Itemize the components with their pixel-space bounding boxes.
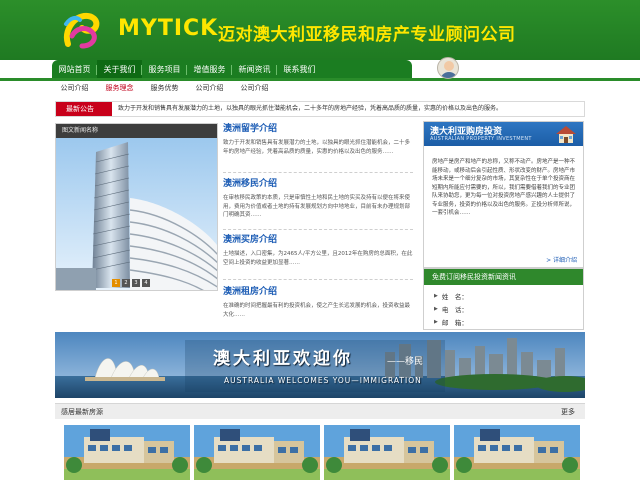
building-photo bbox=[56, 138, 217, 290]
nav-item[interactable]: 关于我们 bbox=[97, 60, 142, 80]
bullet-arrow-icon: ▶ bbox=[434, 306, 438, 312]
detail-link[interactable]: > 详细介绍 bbox=[546, 255, 577, 264]
listing-thumbnail[interactable] bbox=[64, 425, 190, 480]
bullet-arrow-icon: ▶ bbox=[434, 293, 438, 299]
subnav-item[interactable]: 公司介绍 bbox=[232, 81, 277, 95]
support-person-icon bbox=[437, 57, 459, 79]
listings-header: 感居最新房源 更多 bbox=[55, 403, 585, 419]
email-input[interactable] bbox=[471, 318, 552, 326]
house-icon bbox=[556, 126, 576, 143]
section-title[interactable]: 澳洲留学介绍 bbox=[223, 123, 413, 135]
property-investment-panel: 澳大利亚购房投资 AUSTRALIAN PROPERTY INVESTMENT … bbox=[423, 121, 584, 268]
section-title[interactable]: 澳洲租房介绍 bbox=[223, 286, 413, 298]
banner-tag: ——移民 bbox=[387, 357, 424, 367]
subnav-item[interactable]: 服务理念 bbox=[97, 81, 142, 95]
phone-label: 电 话： bbox=[441, 306, 468, 314]
notice-text[interactable]: 致力于开发和销售具有发展潜力的土地，以独具的眼光抓住潜能机会，二十多年的房地产经… bbox=[118, 102, 578, 116]
section-divider bbox=[223, 172, 413, 173]
nav-item[interactable]: 服务项目 bbox=[142, 60, 187, 80]
panel-header: 澳大利亚购房投资 AUSTRALIAN PROPERTY INVESTMENT bbox=[424, 122, 583, 146]
phone-field: ▶ 电 话： bbox=[434, 304, 552, 314]
notice-bar: 最新公告 致力于开发和销售具有发展潜力的土地，以独具的眼光抓住潜能机会，二十多年… bbox=[55, 101, 585, 117]
featured-news-slideshow[interactable]: 图文新闻名称 bbox=[55, 123, 218, 291]
main-nav: 网站首页 关于我们 服务项目 增值服务 新闻资讯 联系我们 bbox=[52, 60, 412, 80]
name-field: ▶ 姓 名： bbox=[434, 291, 552, 301]
logo-text[interactable]: MYTICK bbox=[118, 16, 218, 41]
section-divider bbox=[223, 279, 413, 280]
email-field: ▶ 邮 箱： bbox=[434, 317, 552, 327]
listing-thumbnail[interactable] bbox=[194, 425, 320, 480]
nav-item[interactable]: 增值服务 bbox=[187, 60, 232, 80]
slideshow-pager: 1234 bbox=[112, 279, 150, 287]
nav-item[interactable]: 联系我们 bbox=[277, 60, 322, 80]
banner-subtitle: AUSTRALIA WELCOMES YOU—IMMIGRATION bbox=[224, 376, 422, 385]
slideshow-page-button[interactable]: 4 bbox=[142, 279, 150, 287]
section-title[interactable]: 澳洲买房介绍 bbox=[223, 234, 413, 246]
listing-thumbnails bbox=[64, 425, 580, 480]
australia-banner[interactable]: 澳大利亚欢迎你 ——移民 AUSTRALIA WELCOMES YOU—IMMI… bbox=[55, 332, 585, 398]
section-buy-house: 澳洲买房介绍 土地描述，入口密集，为2465人/平方公里，且2012年在购房的总… bbox=[223, 234, 413, 267]
section-body: 在准确的时间把握最有利的投资机会，使之产生长远发展的机会，投资收益最大化…… bbox=[223, 303, 411, 318]
subnav-item[interactable]: 服务优势 bbox=[142, 81, 187, 95]
subscribe-title: 免费订阅移民投资新闻资讯 bbox=[424, 269, 583, 285]
name-label: 姓 名： bbox=[441, 293, 468, 301]
listings-title: 感居最新房源 bbox=[61, 408, 103, 416]
nav-item[interactable]: 新闻资讯 bbox=[232, 60, 277, 80]
site-slogan: 迈对澳大利亚移民和房产专业顾问公司 bbox=[218, 25, 516, 45]
phone-input[interactable] bbox=[471, 305, 552, 313]
section-study: 澳洲留学介绍 致力于开发和销售具有发展潜力的土地，以独具的眼光抓住潜能机会，二十… bbox=[223, 123, 413, 156]
slideshow-caption: 图文新闻名称 bbox=[56, 124, 217, 138]
subnav-item[interactable]: 公司介绍 bbox=[187, 81, 232, 95]
section-divider bbox=[223, 229, 413, 230]
listing-thumbnail[interactable] bbox=[324, 425, 450, 480]
section-rent-house: 澳洲租房介绍 在准确的时间把握最有利的投资机会，使之产生长远发展的机会，投资收益… bbox=[223, 286, 413, 319]
listings-more-link[interactable]: 更多 bbox=[561, 404, 575, 420]
subscribe-box: 免费订阅移民投资新闻资讯 ▶ 姓 名： ▶ 电 话： ▶ 邮 箱： bbox=[423, 268, 584, 330]
sub-nav: 公司介绍 服务理念 服务优势 公司介绍 公司介绍 bbox=[52, 81, 412, 95]
section-immigration: 澳洲移民介绍 在审核移民政策的本质，只是审慎性土地和民土地的实买及持有以便在将来… bbox=[223, 178, 413, 220]
listing-thumbnail[interactable] bbox=[454, 425, 580, 480]
email-label: 邮 箱： bbox=[441, 319, 468, 327]
subnav-item[interactable]: 公司介绍 bbox=[52, 81, 97, 95]
slideshow-page-button[interactable]: 2 bbox=[122, 279, 130, 287]
bullet-arrow-icon: ▶ bbox=[434, 319, 438, 325]
nav-item[interactable]: 网站首页 bbox=[52, 60, 97, 80]
hotline-number: 400-123-45678 bbox=[464, 61, 592, 79]
slideshow-page-button[interactable]: 3 bbox=[132, 279, 140, 287]
panel-text: 房地产是房产和地产的总称，又称不动产。房地产是一种不能移动，或移动后会引起性质、… bbox=[432, 159, 576, 216]
page: MYTICK 迈对澳大利亚移民和房产专业顾问公司 网站首页 关于我们 服务项目 增值服… bbox=[0, 0, 640, 480]
banner-title: 澳大利亚欢迎你 bbox=[213, 349, 353, 369]
site-header: MYTICK 迈对澳大利亚移民和房产专业顾问公司 bbox=[0, 0, 640, 60]
section-body: 土地描述，入口密集，为2465人/平方公里，且2012年在购房的总面积，在此空间… bbox=[223, 251, 413, 266]
logo-icon bbox=[64, 12, 100, 49]
slideshow-page-button[interactable]: 1 bbox=[112, 279, 120, 287]
panel-subtitle: AUSTRALIAN PROPERTY INVESTMENT bbox=[430, 136, 532, 142]
name-input[interactable] bbox=[471, 292, 552, 300]
section-body: 致力于开发和销售具有发展潜力的土地，以独具的眼光抓住潜能机会，二十多年的房地产经… bbox=[223, 140, 411, 155]
section-title[interactable]: 澳洲移民介绍 bbox=[223, 178, 413, 190]
notice-label: 最新公告 bbox=[56, 102, 112, 116]
section-body: 在审核移民政策的本质，只是审慎性土地和民土地的实买及持有以便在将来使用，费用为价… bbox=[223, 195, 411, 218]
